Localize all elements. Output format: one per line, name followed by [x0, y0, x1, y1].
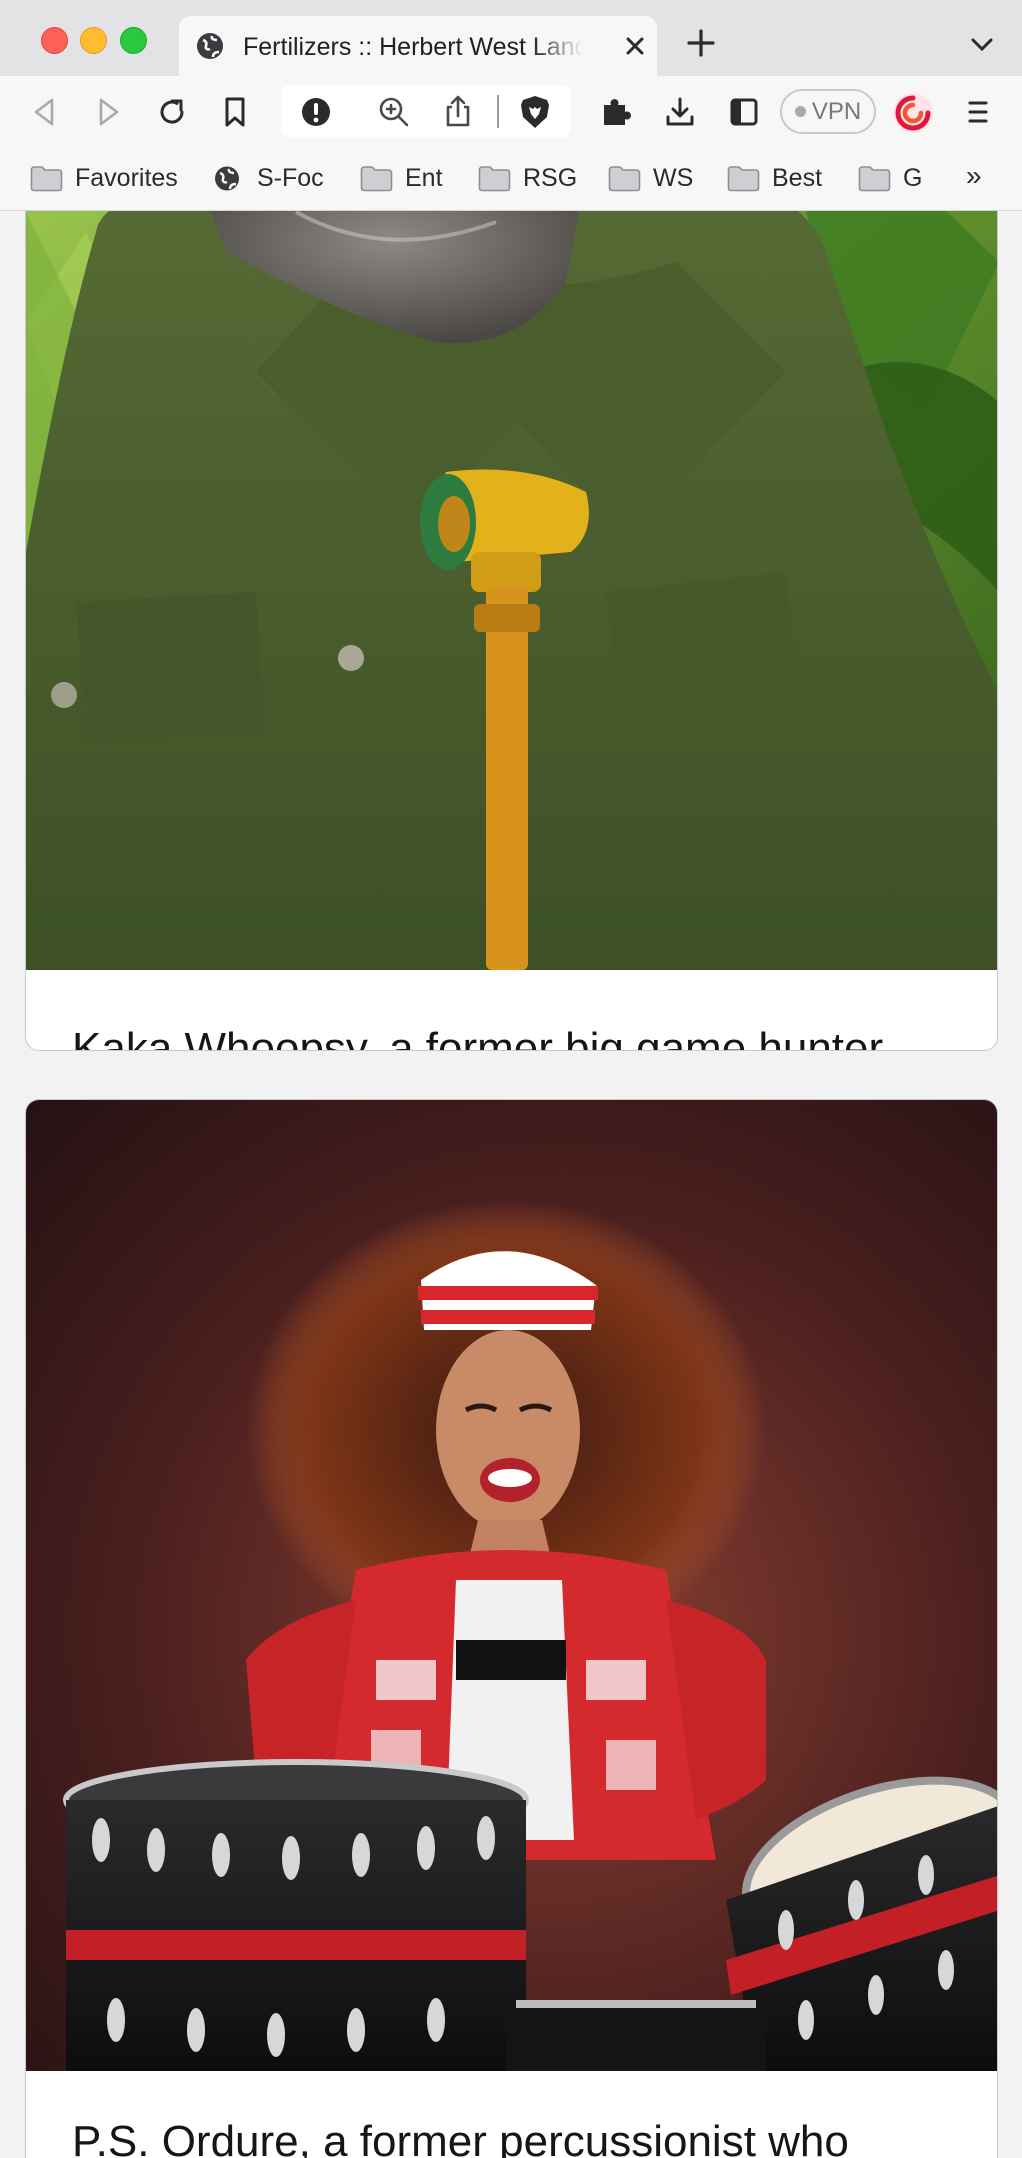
brave-shields-icon[interactable] [517, 94, 553, 130]
hamburger-menu-icon[interactable] [961, 95, 995, 129]
forward-icon[interactable] [91, 95, 125, 129]
close-window-button[interactable] [41, 27, 68, 54]
bookmarks-overflow-chevron[interactable]: » [966, 160, 982, 192]
new-tab-icon[interactable] [686, 28, 716, 58]
vpn-label: VPN [811, 98, 862, 125]
extensions-puzzle-icon[interactable] [599, 95, 633, 129]
share-icon[interactable] [441, 94, 475, 128]
bookmark-item-favorites[interactable]: Favorites [30, 160, 178, 196]
zoom-icon[interactable] [377, 95, 411, 129]
folder-icon [727, 165, 760, 191]
folder-icon [30, 165, 63, 191]
browser-toolbar: VPN [0, 76, 1022, 148]
folder-icon [478, 165, 511, 191]
address-bar-divider [497, 95, 499, 128]
globe-icon [197, 33, 223, 59]
bookmark-item-g[interactable]: G [858, 160, 922, 196]
drummer-portrait [26, 1100, 997, 2071]
jungle-hunter-portrait [26, 211, 997, 970]
tab-title: Fertilizers :: Herbert West Landscaping [243, 33, 583, 61]
profile-card: P.S. Ordure, a former percussionist who [25, 1099, 998, 2158]
bookmark-label: Favorites [75, 163, 178, 192]
bookmark-label: RSG [523, 163, 578, 192]
bookmark-label: Ent [405, 163, 443, 192]
folder-icon [858, 165, 891, 191]
tab-strip: Fertilizers :: Herbert West Landscaping [0, 0, 1022, 76]
vpn-button[interactable]: VPN [780, 89, 876, 134]
globe-icon [215, 166, 239, 190]
chevron-down-icon[interactable] [968, 34, 996, 56]
folder-icon [360, 165, 393, 191]
brave-rewards-icon[interactable] [891, 91, 935, 135]
card-caption: Kaka Whoopsy, a former big game hunter w… [72, 1024, 884, 1051]
bookmark-item-rsg[interactable]: RSG [478, 160, 577, 196]
bookmark-item-ent[interactable]: Ent [360, 160, 443, 196]
bookmark-label: S-Foc [257, 163, 324, 192]
active-tab[interactable]: Fertilizers :: Herbert West Landscaping [179, 16, 657, 76]
bookmark-item-ws[interactable]: WS [608, 160, 693, 196]
page-viewport: Kaka Whoopsy, a former big game hunter w… [0, 211, 1022, 2158]
bookmark-icon[interactable] [218, 95, 252, 129]
bookmarks-bar: Favorites S-Foc Ent RSG WS Best G » [0, 148, 1022, 211]
back-icon[interactable] [28, 95, 62, 129]
minimize-window-button[interactable] [80, 27, 107, 54]
close-tab-icon[interactable] [619, 30, 651, 62]
zoom-window-button[interactable] [120, 27, 147, 54]
folder-icon [608, 165, 641, 191]
profile-card: Kaka Whoopsy, a former big game hunter w… [25, 211, 998, 1051]
sidebar-toggle-icon[interactable] [727, 95, 761, 129]
site-info-warning-icon[interactable] [299, 95, 333, 129]
bookmark-label: Best [772, 163, 823, 192]
vpn-status-dot [794, 106, 806, 117]
card-caption: P.S. Ordure, a former percussionist who [72, 2117, 849, 2158]
address-bar[interactable] [281, 85, 571, 138]
bookmark-item-best[interactable]: Best [727, 160, 822, 196]
bookmark-label: G [903, 163, 923, 192]
download-icon[interactable] [663, 95, 697, 129]
reload-icon[interactable] [155, 95, 189, 129]
bookmark-item-s-foc[interactable]: S-Foc [212, 160, 324, 196]
bookmark-label: WS [653, 163, 694, 192]
